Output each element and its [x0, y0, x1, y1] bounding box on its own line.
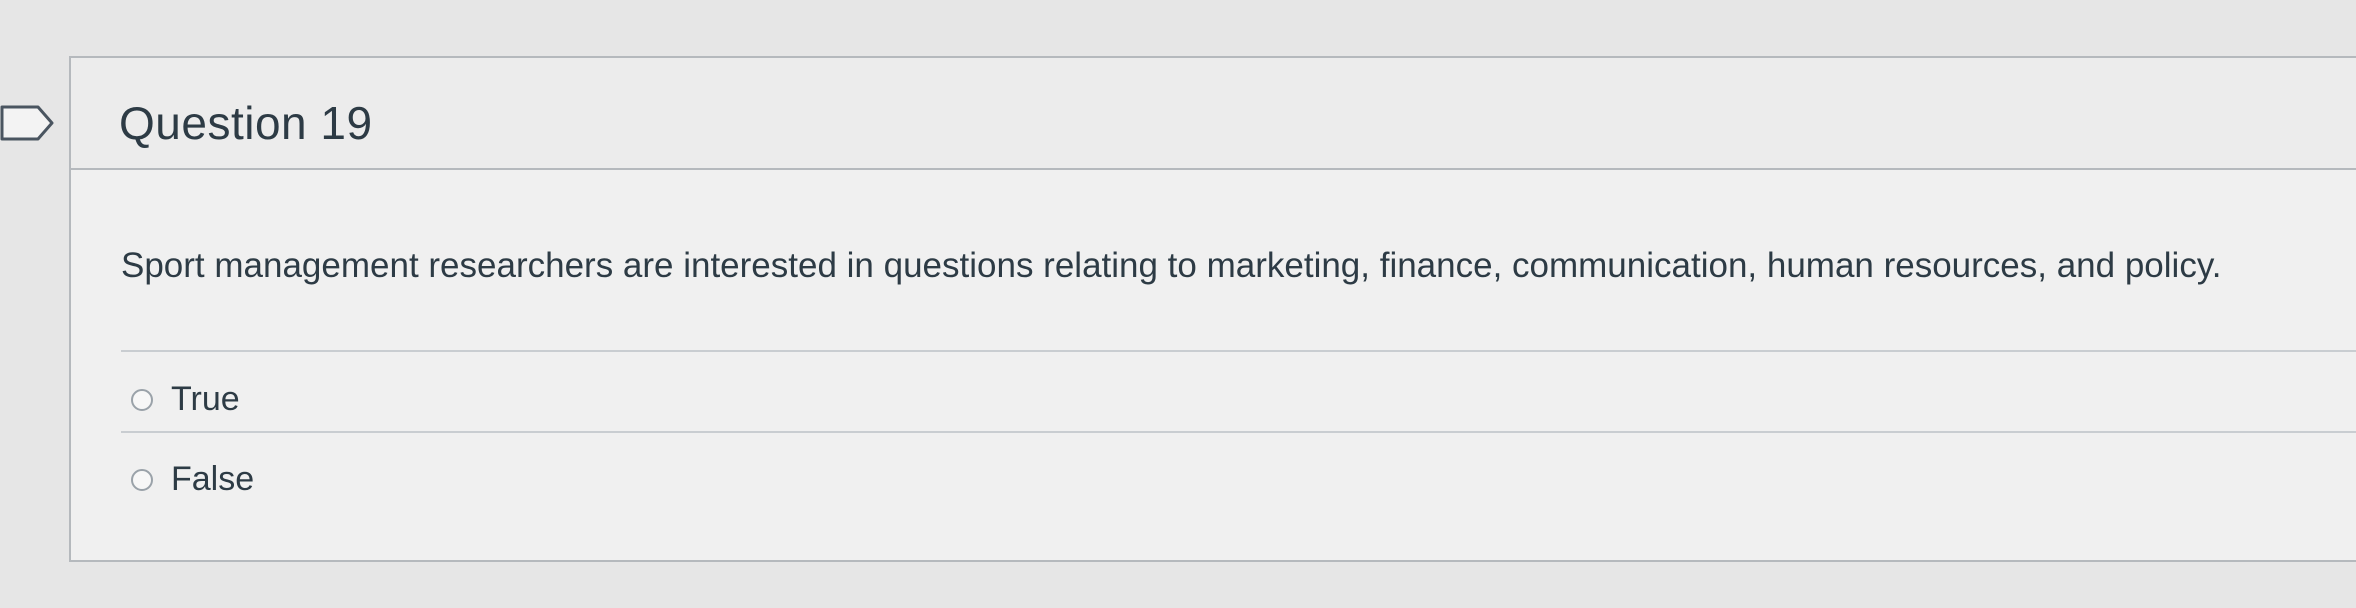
radio-button-true[interactable]: [131, 388, 153, 411]
answer-label-false: False: [171, 460, 255, 498]
divider: [121, 431, 2356, 433]
question-title: Question 19: [119, 97, 373, 149]
bookmark-flag-icon[interactable]: [0, 103, 56, 143]
answer-true[interactable]: True: [131, 380, 240, 419]
answer-false[interactable]: False: [131, 460, 254, 499]
answer-label-true: True: [171, 380, 240, 418]
radio-button-false[interactable]: [131, 468, 153, 491]
question-card: Question 19 Sport management researchers…: [69, 56, 2356, 562]
question-text: Sport management researchers are interes…: [121, 246, 2222, 285]
question-header: Question 19: [71, 58, 2356, 170]
divider: [121, 350, 2356, 352]
